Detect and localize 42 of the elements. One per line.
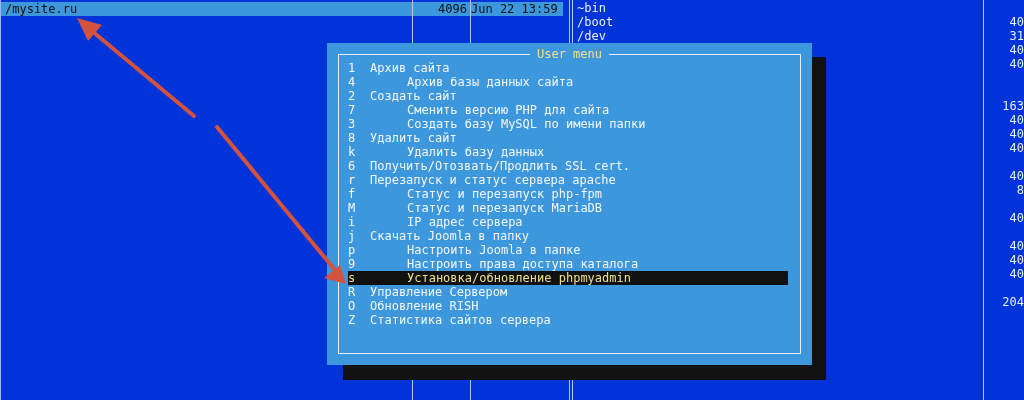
file-size: 204 — [1002, 295, 1024, 309]
menu-item[interactable]: 2 Создать сайт — [348, 89, 788, 103]
file-size: 163 — [1002, 99, 1024, 113]
menu-item[interactable]: 4 Архив базы данных сайта — [348, 75, 788, 89]
menu-item[interactable]: 6 Получить/Отозвать/Продлить SSL cert. — [348, 159, 788, 173]
file-row[interactable]: /mysite.ru 4096 Jun 22 13:59 — [1, 2, 563, 16]
file-size: 40 — [1009, 267, 1024, 281]
directory-name[interactable]: ~bin — [577, 1, 606, 15]
menu-item[interactable]: O Обновление RISH — [348, 299, 788, 313]
menu-item[interactable]: 3 Создать базу MySQL по имени папки — [348, 117, 788, 131]
file-size: 40 — [1009, 15, 1024, 29]
menu-item[interactable]: f Статус и перезапуск php-fpm — [348, 187, 788, 201]
menu-item[interactable]: s Установка/обновление phpmyadmin — [348, 271, 788, 285]
dialog-title: User menu — [530, 47, 609, 61]
file-name: /mysite.ru — [4, 2, 79, 16]
file-size: 40 — [1009, 127, 1024, 141]
menu-item[interactable]: 7 Сменить версию PHP для сайта — [348, 103, 788, 117]
file-size: 40 — [1009, 169, 1024, 183]
file-size: 40 — [1009, 253, 1024, 267]
file-size: 40 — [1009, 43, 1024, 57]
directory-name[interactable]: /dev — [577, 29, 606, 43]
file-modified: Jun 22 13:59 — [470, 2, 559, 16]
directory-name[interactable]: /boot — [577, 15, 614, 29]
menu-item[interactable]: i IP адрес сервера — [348, 215, 788, 229]
file-size: 40 — [1009, 57, 1024, 71]
menu-item[interactable]: p Настроить Joomla в папке — [348, 243, 788, 257]
file-size: 40 — [1009, 113, 1024, 127]
menu-item[interactable]: 9 Настроить права доступа каталога — [348, 257, 788, 271]
menu-item[interactable]: M Статус и перезапуск MariaDB — [348, 201, 788, 215]
menu-item[interactable]: Z Статистика сайтов сервера — [348, 313, 788, 327]
file-size: 4096 — [437, 2, 468, 16]
file-size: 40 — [1009, 239, 1024, 253]
menu-item[interactable]: r Перезапуск и статус сервера apache — [348, 173, 788, 187]
menu-item[interactable]: k Удалить базу данных — [348, 145, 788, 159]
file-size: 31 — [1009, 29, 1024, 43]
menu-item[interactable]: R Управление Сервером — [348, 285, 788, 299]
menu-item[interactable]: j Скачать Joomla в папку — [348, 229, 788, 243]
file-size: 40 — [1009, 141, 1024, 155]
menu-item[interactable]: 8 Удалить сайт — [348, 131, 788, 145]
file-size: 40 — [1009, 211, 1024, 225]
menu-item[interactable]: 1 Архив сайта — [348, 61, 788, 75]
file-size: 8 — [1016, 183, 1024, 197]
